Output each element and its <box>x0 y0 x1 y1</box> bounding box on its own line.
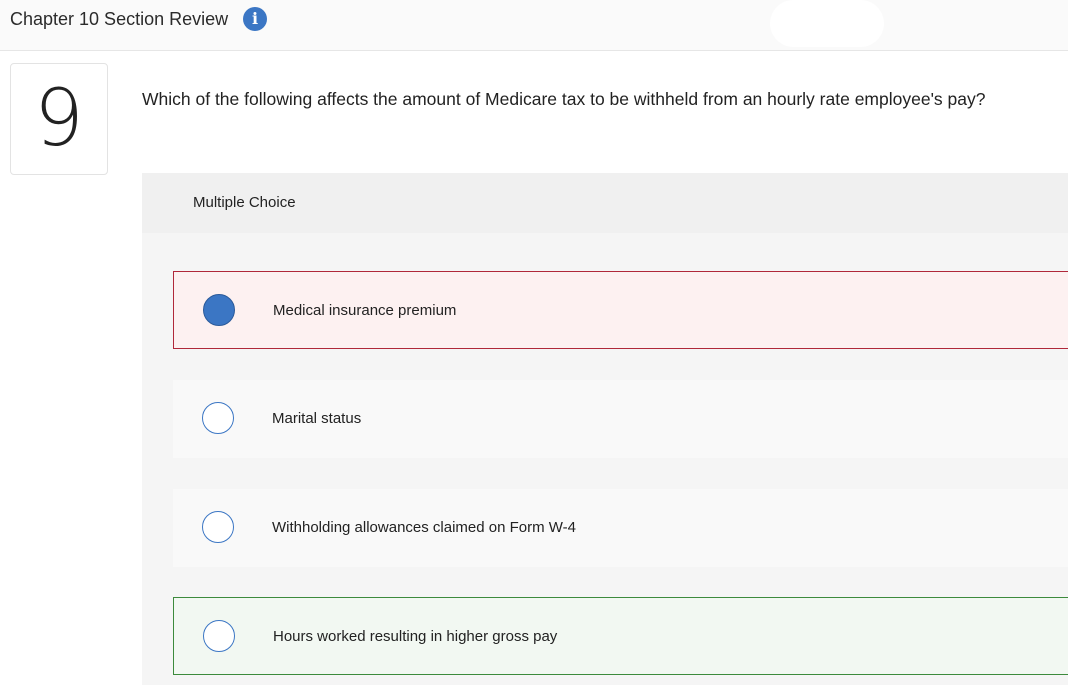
question-number-box: 9 <box>10 63 108 175</box>
multiple-choice-header: Multiple Choice <box>142 173 1068 233</box>
radio-button[interactable] <box>202 511 234 543</box>
header-placeholder <box>770 0 884 47</box>
header-bar: Chapter 10 Section Review i <box>0 0 1068 51</box>
radio-button[interactable] <box>202 402 234 434</box>
question-number: 9 <box>34 74 84 164</box>
multiple-choice-label: Multiple Choice <box>193 194 296 211</box>
choice-option-4[interactable]: Hours worked resulting in higher gross p… <box>173 597 1068 675</box>
choice-label: Medical insurance premium <box>273 302 457 319</box>
choice-option-2[interactable]: Marital status <box>173 380 1068 458</box>
question-text: Which of the following affects the amoun… <box>142 89 986 109</box>
choice-label: Marital status <box>272 410 362 427</box>
radio-button-selected[interactable] <box>203 294 235 326</box>
choice-option-3[interactable]: Withholding allowances claimed on Form W… <box>173 489 1068 567</box>
choice-option-1[interactable]: Medical insurance premium <box>173 271 1068 349</box>
choice-label: Hours worked resulting in higher gross p… <box>273 628 558 645</box>
radio-button[interactable] <box>203 620 235 652</box>
info-icon[interactable]: i <box>243 7 267 31</box>
choice-label: Withholding allowances claimed on Form W… <box>272 519 577 536</box>
multiple-choice-panel: Multiple Choice Medical insurance premiu… <box>142 173 1068 685</box>
page-title: Chapter 10 Section Review <box>10 9 229 29</box>
